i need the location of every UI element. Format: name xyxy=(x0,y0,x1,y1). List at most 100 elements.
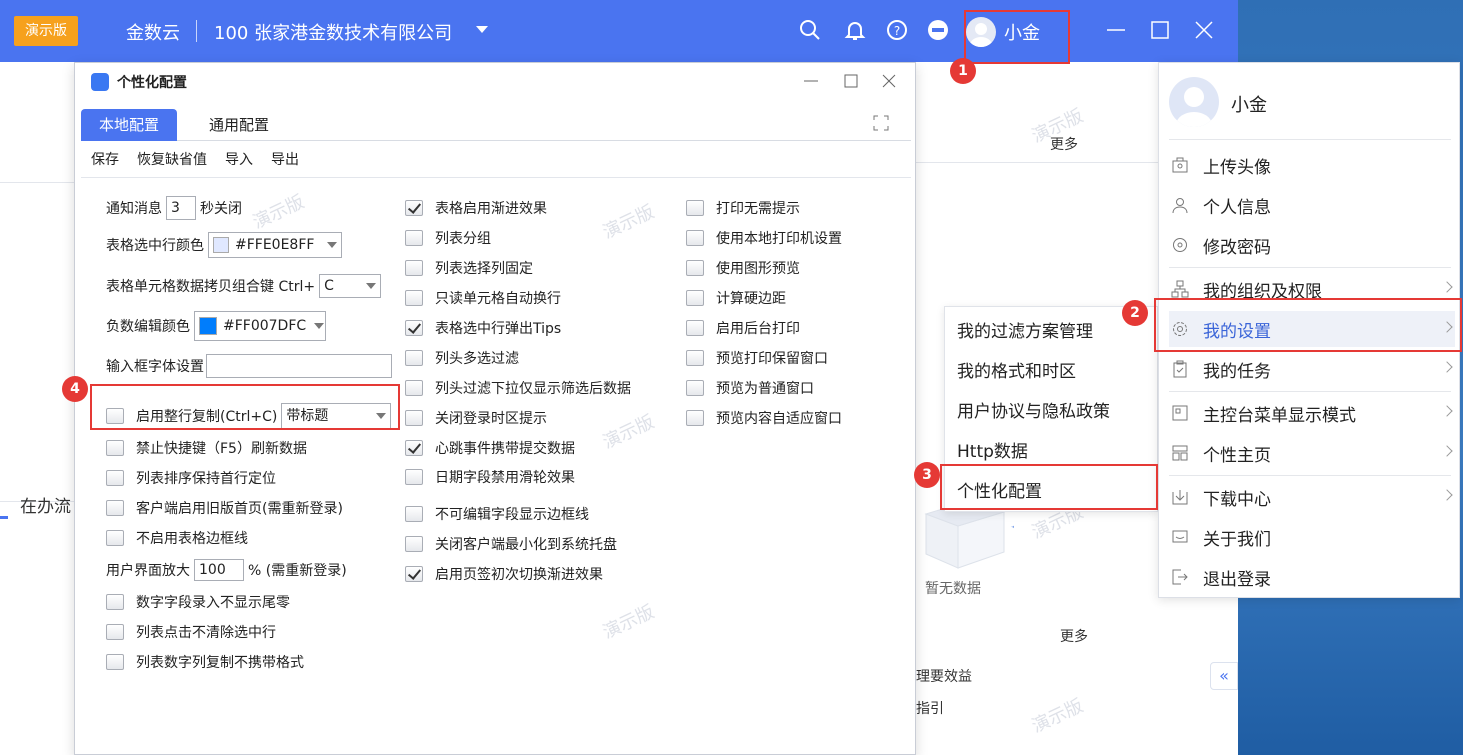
expand-icon[interactable] xyxy=(873,115,889,131)
checkbox[interactable] xyxy=(106,624,124,640)
option-row[interactable]: 计算硬边距 xyxy=(686,286,786,310)
option-row[interactable]: 心跳事件携带提交数据 xyxy=(405,436,575,460)
list-item[interactable]: 理要效益 xyxy=(916,666,972,686)
import-button[interactable]: 导入 xyxy=(225,149,253,169)
dialog-minimize-icon[interactable] xyxy=(803,73,819,89)
option-row[interactable]: 启用页签初次切换渐进效果 xyxy=(405,562,603,586)
option-row[interactable]: 列表排序保持首行定位 xyxy=(106,466,276,490)
checkbox[interactable] xyxy=(405,350,423,366)
checkbox[interactable] xyxy=(405,260,423,276)
collapse-panel-button[interactable]: « xyxy=(1210,662,1238,690)
option-row[interactable]: 表格启用渐进效果 xyxy=(405,196,547,220)
menu-personal-info[interactable]: 个人信息 xyxy=(1169,187,1455,223)
checkbox[interactable] xyxy=(106,594,124,610)
option-row[interactable]: 使用本地打印机设置 xyxy=(686,226,842,250)
checkbox[interactable] xyxy=(686,350,704,366)
checkbox[interactable] xyxy=(686,290,704,306)
checkbox[interactable] xyxy=(686,260,704,276)
checkbox[interactable] xyxy=(106,470,124,486)
option-row[interactable]: 列表数字列复制不携带格式 xyxy=(106,650,304,674)
checkbox[interactable] xyxy=(106,654,124,670)
option-row[interactable]: 预览为普通窗口 xyxy=(686,376,814,400)
checkbox[interactable] xyxy=(405,440,423,456)
checkbox[interactable] xyxy=(405,290,423,306)
dialog-maximize-icon[interactable] xyxy=(843,73,859,89)
option-row[interactable]: 只读单元格自动换行 xyxy=(405,286,561,310)
notify-seconds-input[interactable]: 3 xyxy=(166,196,196,220)
submenu-filter-schemes[interactable]: 我的过滤方案管理 xyxy=(957,317,1093,342)
menu-about-us[interactable]: 关于我们 xyxy=(1169,519,1455,555)
company-selector[interactable]: 100 张家港金数技术有限公司 xyxy=(214,19,452,45)
menu-console-display-mode[interactable]: 主控台菜单显示模式 xyxy=(1169,395,1455,431)
option-row[interactable]: 使用图形预览 xyxy=(686,256,800,280)
tab-in-process[interactable]: 在办流 xyxy=(20,492,71,517)
list-item[interactable]: 指引 xyxy=(916,698,944,718)
option-row[interactable]: 关闭客户端最小化到系统托盘 xyxy=(405,532,617,556)
submenu-privacy-policy[interactable]: 用户协议与隐私政策 xyxy=(957,397,1110,422)
restore-default-button[interactable]: 恢复缺省值 xyxy=(137,149,207,169)
checkbox[interactable] xyxy=(106,530,124,546)
option-row[interactable]: 列表选择列固定 xyxy=(405,256,533,280)
checkbox[interactable] xyxy=(405,566,423,582)
minimize-icon[interactable] xyxy=(1104,18,1128,42)
menu-personal-homepage[interactable]: 个性主页 xyxy=(1169,435,1455,471)
menu-change-password[interactable]: 修改密码 xyxy=(1169,227,1455,263)
option-row[interactable]: 禁止快捷键（F5）刷新数据 xyxy=(106,436,307,460)
checkbox[interactable] xyxy=(405,410,423,426)
checkbox[interactable] xyxy=(686,200,704,216)
row-color-select[interactable]: #FFE0E8FF xyxy=(208,232,342,258)
font-input[interactable] xyxy=(206,354,392,378)
minus-circle-icon[interactable] xyxy=(926,18,950,42)
copy-key-select[interactable]: C xyxy=(319,274,382,298)
save-button[interactable]: 保存 xyxy=(91,149,119,169)
checkbox[interactable] xyxy=(686,410,704,426)
search-icon[interactable] xyxy=(798,18,822,42)
checkbox[interactable] xyxy=(686,320,704,336)
option-row[interactable]: 列头过滤下拉仅显示筛选后数据 xyxy=(405,376,631,400)
bell-icon[interactable] xyxy=(843,18,867,42)
checkbox[interactable] xyxy=(405,320,423,336)
menu-upload-avatar[interactable]: 上传头像 xyxy=(1169,147,1455,183)
checkbox[interactable] xyxy=(405,469,423,485)
option-row[interactable]: 不可编辑字段显示边框线 xyxy=(405,502,589,526)
option-row[interactable]: 预览打印保留窗口 xyxy=(686,346,828,370)
help-icon[interactable]: ? xyxy=(885,18,909,42)
checkbox[interactable] xyxy=(106,440,124,456)
option-row[interactable]: 列表点击不清除选中行 xyxy=(106,620,276,644)
checkbox[interactable] xyxy=(405,230,423,246)
menu-my-tasks[interactable]: 我的任务 xyxy=(1169,351,1455,387)
more-link-2[interactable]: 更多 xyxy=(1060,626,1088,646)
checkbox[interactable] xyxy=(405,200,423,216)
zoom-input[interactable]: 100 xyxy=(194,559,244,581)
more-link-1[interactable]: 更多 xyxy=(1050,134,1078,154)
submenu-http-data[interactable]: Http数据 xyxy=(957,437,1028,462)
checkbox[interactable] xyxy=(106,500,124,516)
option-row[interactable]: 列表分组 xyxy=(405,226,491,250)
option-row[interactable]: 表格选中行弹出Tips xyxy=(405,316,561,340)
checkbox[interactable] xyxy=(686,230,704,246)
option-row[interactable]: 预览内容自适应窗口 xyxy=(686,406,842,430)
tab-general-config[interactable]: 通用配置 xyxy=(191,109,287,141)
submenu-format-timezone[interactable]: 我的格式和时区 xyxy=(957,357,1076,382)
option-row[interactable]: 列头多选过滤 xyxy=(405,346,519,370)
export-button[interactable]: 导出 xyxy=(271,149,299,169)
checkbox[interactable] xyxy=(405,380,423,396)
option-row[interactable]: 打印无需提示 xyxy=(686,196,800,220)
tab-local-config[interactable]: 本地配置 xyxy=(81,109,178,141)
menu-logout[interactable]: 退出登录 xyxy=(1169,559,1455,595)
option-row[interactable]: 日期字段禁用滑轮效果 xyxy=(405,465,575,489)
option-row[interactable]: 数字字段录入不显示尾零 xyxy=(106,590,290,614)
checkbox[interactable] xyxy=(405,506,423,522)
neg-color-select[interactable]: #FF007DFC xyxy=(194,311,326,341)
checkbox[interactable] xyxy=(405,536,423,552)
company-caret-icon[interactable] xyxy=(476,26,488,33)
close-icon[interactable] xyxy=(1192,18,1216,42)
dialog-close-icon[interactable] xyxy=(881,73,897,89)
checkbox[interactable] xyxy=(686,380,704,396)
option-row[interactable]: 客户端启用旧版首页(需重新登录) xyxy=(106,496,343,520)
option-row[interactable]: 关闭登录时区提示 xyxy=(405,406,547,430)
maximize-icon[interactable] xyxy=(1148,18,1172,42)
option-row[interactable]: 不启用表格边框线 xyxy=(106,526,248,550)
option-row[interactable]: 启用后台打印 xyxy=(686,316,800,340)
menu-download-center[interactable]: 下载中心 xyxy=(1169,479,1455,515)
